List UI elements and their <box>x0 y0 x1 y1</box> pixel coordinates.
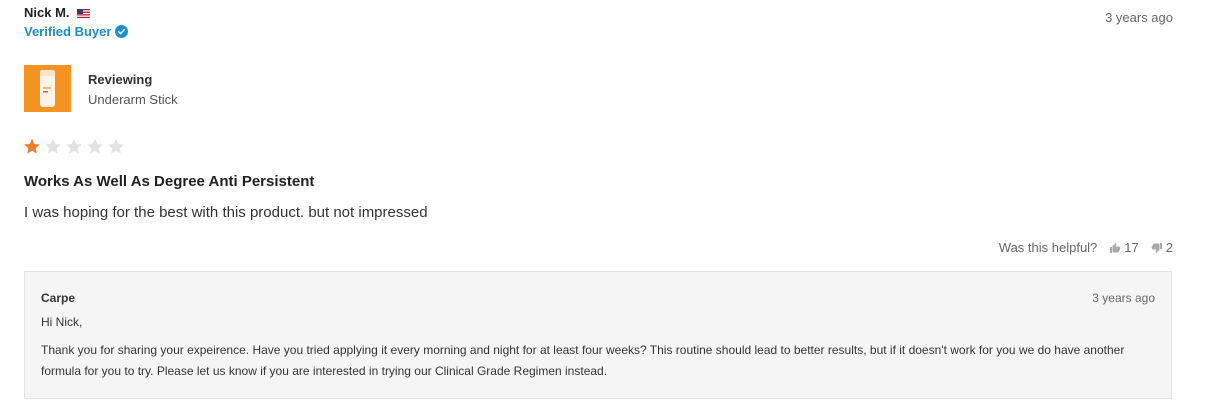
verified-check-icon <box>115 25 129 38</box>
product-stick-image <box>40 70 55 107</box>
review-title: Works As Well As Degree Anti Persistent <box>24 173 315 190</box>
reply-greeting: Hi Nick, <box>41 315 83 329</box>
product-thumbnail[interactable] <box>24 65 71 112</box>
product-name-link[interactable]: Underarm Stick <box>88 92 178 107</box>
downvote-count: 2 <box>1165 240 1173 255</box>
reply-text: Thank you for sharing your expeirence. H… <box>41 343 1125 378</box>
upvote-count: 17 <box>1124 240 1139 255</box>
downvote-button[interactable]: 2 <box>1151 240 1173 255</box>
star-icon-empty <box>87 138 103 154</box>
verified-buyer-badge: Verified Buyer <box>24 24 129 39</box>
us-flag-icon <box>77 9 90 18</box>
reviewing-label: Reviewing <box>88 72 153 87</box>
merchant-reply: Carpe 3 years ago Hi Nick, Thank you for… <box>24 271 1172 399</box>
thumbs-up-icon <box>1110 242 1121 253</box>
helpful-label: Was this helpful? <box>998 240 1098 255</box>
review-date: 3 years ago <box>1105 10 1173 25</box>
star-icon-empty <box>108 138 124 154</box>
reply-date: 3 years ago <box>1092 291 1155 305</box>
upvote-button[interactable]: 17 <box>1109 240 1139 255</box>
helpful-section: Was this helpful? 17 2 <box>999 240 1173 255</box>
thumbs-down-icon <box>1151 242 1162 253</box>
star-icon-empty <box>66 138 82 154</box>
star-rating <box>22 137 126 156</box>
reviewer-name: Nick M. <box>24 5 70 20</box>
star-icon-empty <box>45 138 61 154</box>
reply-author: Carpe <box>41 291 76 305</box>
review-body: I was hoping for the best with this prod… <box>24 204 428 221</box>
star-icon-filled <box>24 138 40 154</box>
verified-buyer-label: Verified Buyer <box>24 24 112 39</box>
